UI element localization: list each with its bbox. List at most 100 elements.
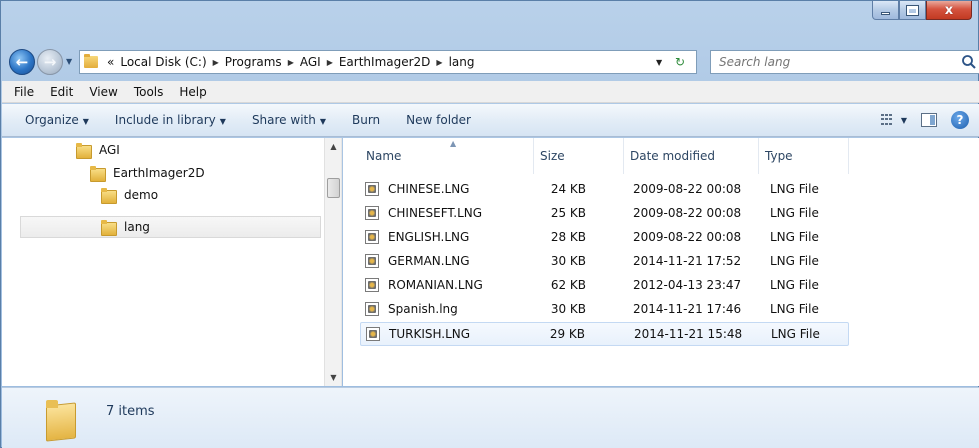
tree-item-agi[interactable]: AGI xyxy=(76,139,120,161)
organize-button[interactable]: Organize ▼ xyxy=(12,113,102,127)
tree-item-demo[interactable]: demo xyxy=(101,184,158,206)
search-input[interactable] xyxy=(719,55,949,69)
file-date: 2014-11-21 17:46 xyxy=(633,302,742,316)
file-date: 2014-11-21 17:52 xyxy=(633,254,742,268)
forward-button[interactable]: → xyxy=(37,49,63,75)
file-row[interactable]: ENGLISH.LNG 28 KB 2009-08-22 00:08 LNG F… xyxy=(360,226,849,250)
breadcrumb-arrow-icon[interactable]: ▶ xyxy=(285,58,297,67)
organize-label: Organize xyxy=(25,113,79,127)
dropdown-arrow-icon: ▼ xyxy=(900,115,907,125)
file-type: LNG File xyxy=(770,182,819,196)
folder-icon xyxy=(76,142,92,159)
column-header-name[interactable]: ▲ Name xyxy=(360,138,534,174)
breadcrumb-agi[interactable]: AGI xyxy=(297,55,324,69)
file-date: 2012-04-13 23:47 xyxy=(633,278,742,292)
scroll-down-icon[interactable]: ▼ xyxy=(325,369,342,386)
menu-file[interactable]: File xyxy=(6,85,42,99)
recent-pages-chevron-icon[interactable]: ▼ xyxy=(66,57,72,66)
breadcrumb-overflow[interactable]: « xyxy=(104,55,117,69)
views-icon xyxy=(880,114,895,126)
file-row[interactable]: ROMANIAN.LNG 62 KB 2012-04-13 23:47 LNG … xyxy=(360,274,849,298)
breadcrumb-lang[interactable]: lang xyxy=(446,55,478,69)
file-size: 30 KB xyxy=(550,254,586,268)
breadcrumb-arrow-icon[interactable]: ▶ xyxy=(324,58,336,67)
file-date: 2009-08-22 00:08 xyxy=(633,182,742,196)
sort-ascending-icon: ▲ xyxy=(450,139,457,148)
minimize-icon xyxy=(881,11,890,15)
folder-icon xyxy=(84,54,98,68)
file-row[interactable]: GERMAN.LNG 30 KB 2014-11-21 17:52 LNG Fi… xyxy=(360,250,849,274)
help-icon[interactable]: ? xyxy=(951,111,969,129)
lng-file-icon xyxy=(365,278,379,292)
close-button[interactable]: x xyxy=(926,1,972,20)
folder-icon xyxy=(42,396,78,440)
file-row[interactable]: CHINESEFT.LNG 25 KB 2009-08-22 00:08 LNG… xyxy=(360,202,849,226)
lng-file-icon xyxy=(365,206,379,220)
menu-view[interactable]: View xyxy=(81,85,125,99)
menu-bar: File Edit View Tools Help xyxy=(2,81,979,103)
column-header-label: Type xyxy=(765,149,793,163)
breadcrumb-programs[interactable]: Programs xyxy=(222,55,285,69)
menu-help[interactable]: Help xyxy=(171,85,214,99)
breadcrumb-earthimager2d[interactable]: EarthImager2D xyxy=(336,55,434,69)
file-row[interactable]: CHINESE.LNG 24 KB 2009-08-22 00:08 LNG F… xyxy=(360,178,849,202)
title-bar: x xyxy=(1,1,978,41)
lng-file-icon xyxy=(365,302,379,316)
scroll-up-icon[interactable]: ▲ xyxy=(325,138,342,155)
search-box[interactable] xyxy=(710,50,979,74)
file-size: 62 KB xyxy=(550,278,586,292)
command-bar-right: ▼ ? xyxy=(880,111,969,129)
change-view-button[interactable]: ▼ xyxy=(880,114,907,126)
dropdown-arrow-icon: ▼ xyxy=(319,117,326,126)
breadcrumb-arrow-icon[interactable]: ▶ xyxy=(433,58,445,67)
file-size: 25 KB xyxy=(550,206,586,220)
preview-pane-icon[interactable] xyxy=(921,113,937,127)
menu-tools[interactable]: Tools xyxy=(126,85,172,99)
file-name: ROMANIAN.LNG xyxy=(388,278,483,292)
column-header-size[interactable]: Size xyxy=(534,138,624,174)
address-bar[interactable]: « Local Disk (C:) ▶ Programs ▶ AGI ▶ Ear… xyxy=(79,50,697,74)
tree-item-lang[interactable]: lang xyxy=(20,216,321,238)
column-header-label: Size xyxy=(540,149,565,163)
lng-file-icon xyxy=(365,254,379,268)
column-header-date-modified[interactable]: Date modified xyxy=(624,138,759,174)
breadcrumb-arrow-icon[interactable]: ▶ xyxy=(210,58,222,67)
include-in-library-button[interactable]: Include in library ▼ xyxy=(102,113,239,127)
file-name: TURKISH.LNG xyxy=(389,327,471,341)
file-type: LNG File xyxy=(771,327,820,341)
address-history-dropdown-icon[interactable]: ▼ xyxy=(656,58,662,67)
share-with-label: Share with xyxy=(251,113,316,127)
item-count: 7 items xyxy=(106,404,155,419)
file-name: GERMAN.LNG xyxy=(388,254,470,268)
navigation-scrollbar[interactable]: ▲ ▼ xyxy=(324,138,341,386)
file-row-selected[interactable]: TURKISH.LNG 29 KB 2014-11-21 15:48 LNG F… xyxy=(360,322,849,346)
maximize-button[interactable] xyxy=(899,1,926,20)
file-size: 30 KB xyxy=(550,302,586,316)
file-row[interactable]: Spanish.lng 30 KB 2014-11-21 17:46 LNG F… xyxy=(360,298,849,322)
file-size: 28 KB xyxy=(550,230,586,244)
breadcrumb-local-disk[interactable]: Local Disk (C:) xyxy=(117,55,209,69)
search-icon[interactable] xyxy=(961,54,977,70)
file-type: LNG File xyxy=(770,254,819,268)
tree-item-earthimager2d[interactable]: EarthImager2D xyxy=(90,162,205,184)
burn-button[interactable]: Burn xyxy=(339,113,393,127)
file-type: LNG File xyxy=(770,278,819,292)
lng-file-icon xyxy=(365,230,379,244)
file-date: 2009-08-22 00:08 xyxy=(633,230,742,244)
minimize-button[interactable] xyxy=(872,1,899,20)
file-size: 24 KB xyxy=(550,182,586,196)
share-with-button[interactable]: Share with ▼ xyxy=(239,113,339,127)
new-folder-button[interactable]: New folder xyxy=(393,113,484,127)
scrollbar-thumb[interactable] xyxy=(327,178,340,198)
lng-file-icon xyxy=(366,327,380,341)
tree-item-label: lang xyxy=(124,220,150,234)
file-type: LNG File xyxy=(770,230,819,244)
menu-edit[interactable]: Edit xyxy=(42,85,81,99)
explorer-window: x ← → ▼ « Local Disk (C:) ▶ Programs ▶ A… xyxy=(0,0,979,448)
back-arrow-icon: ← xyxy=(15,53,29,71)
refresh-icon[interactable]: ↻ xyxy=(670,52,690,72)
back-button[interactable]: ← xyxy=(9,49,35,75)
column-header-type[interactable]: Type xyxy=(759,138,849,174)
folder-icon xyxy=(90,165,106,182)
file-size: 29 KB xyxy=(549,327,585,341)
